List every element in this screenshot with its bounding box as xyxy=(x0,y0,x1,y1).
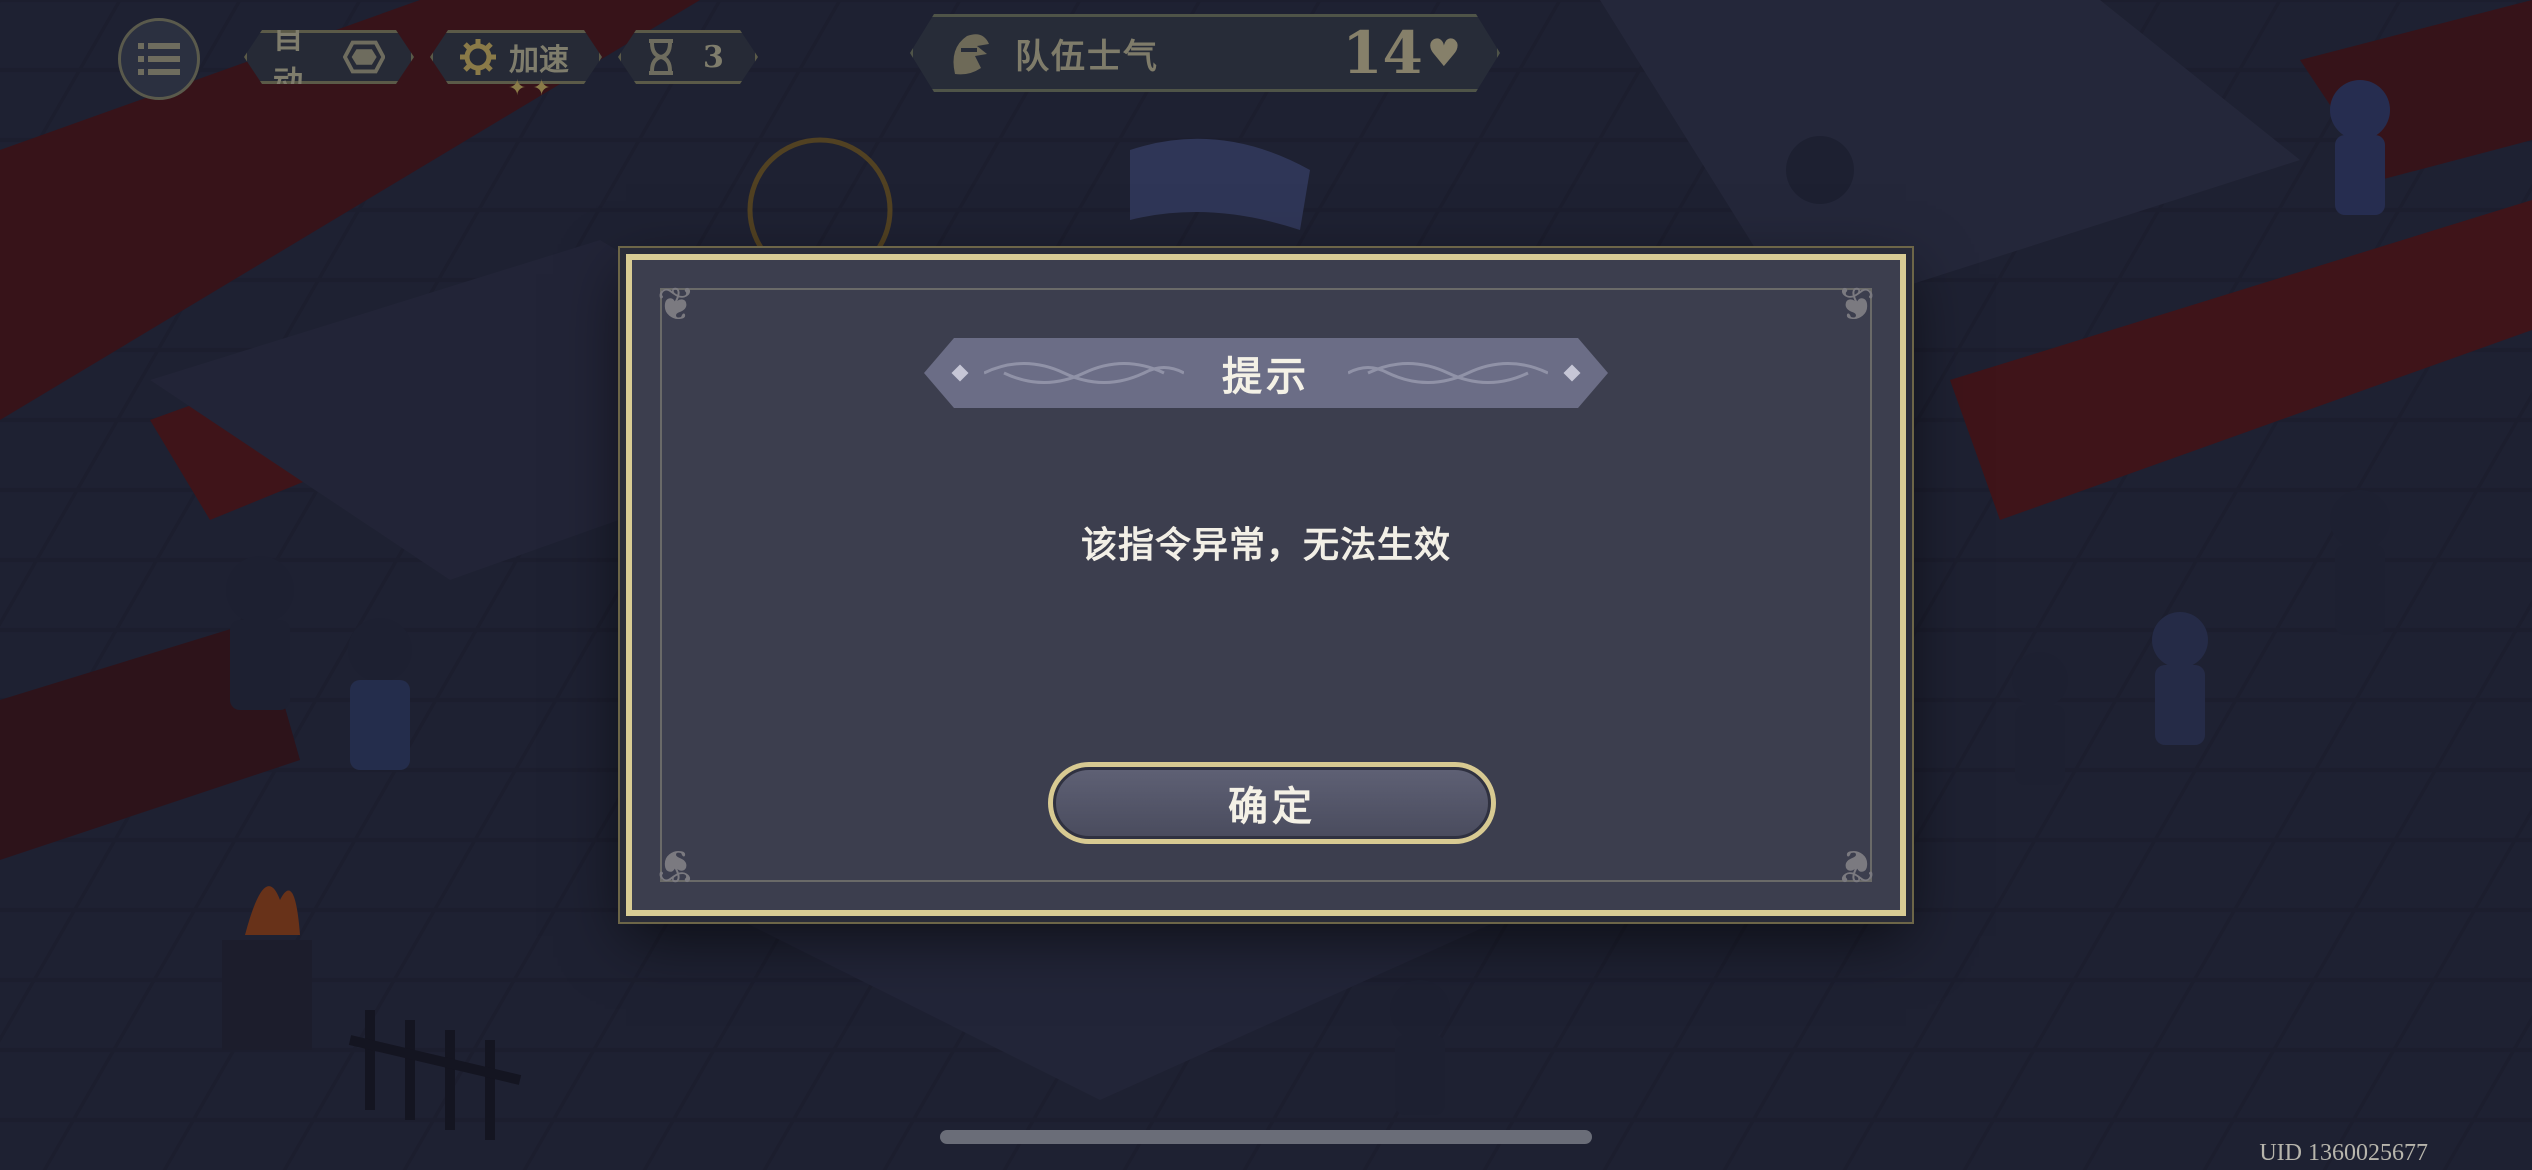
team-morale-bar: 队伍士气 14 ♥ xyxy=(910,14,1500,92)
gear-icon xyxy=(459,38,497,76)
fleur-corner-icon: ❦ xyxy=(656,839,696,893)
dialog-title: 提示 xyxy=(1222,353,1310,400)
knight-helmet-icon xyxy=(947,28,993,78)
turn-timer: 3 xyxy=(618,30,758,84)
hexagon-icon xyxy=(343,40,385,74)
confirm-button[interactable]: 确定 xyxy=(1048,762,1496,844)
confirm-button-label: 确定 xyxy=(1228,783,1316,830)
hourglass-icon xyxy=(647,39,675,75)
dialog-message: 该指令异常，无法生效 xyxy=(1080,524,1451,566)
dialog-title-plate: 提示 xyxy=(924,338,1608,408)
fleur-corner-icon: ❦ xyxy=(1836,839,1876,893)
fleur-corner-icon: ❦ xyxy=(1836,277,1876,331)
auto-battle-toggle[interactable]: 自动 xyxy=(244,30,414,84)
menu-button[interactable] xyxy=(118,18,200,100)
timer-value: 3 xyxy=(703,39,724,75)
swirl-ornament-icon xyxy=(984,354,1184,392)
list-icon xyxy=(138,43,180,75)
confirm-button-face[interactable]: 确定 xyxy=(1053,767,1491,839)
home-indicator[interactable] xyxy=(940,1130,1592,1144)
swirl-ornament-icon xyxy=(1348,354,1548,392)
alert-dialog: ❦ ❦ ❦ ❦ 提示 该指令异常，无法生效 确定 xyxy=(626,254,1906,916)
morale-value: 14 xyxy=(1342,19,1423,87)
morale-label: 队伍士气 xyxy=(1015,36,1159,77)
heart-icon: ♥ xyxy=(1426,31,1461,75)
diamond-ornament-icon xyxy=(952,365,969,382)
speed-level-stars: ✦✦ xyxy=(508,76,557,101)
diamond-ornament-icon xyxy=(1564,365,1581,382)
fleur-corner-icon: ❦ xyxy=(656,277,696,331)
speed-label: 加速 xyxy=(509,43,569,78)
user-id-label: UID 1360025677 xyxy=(2259,1140,2428,1166)
